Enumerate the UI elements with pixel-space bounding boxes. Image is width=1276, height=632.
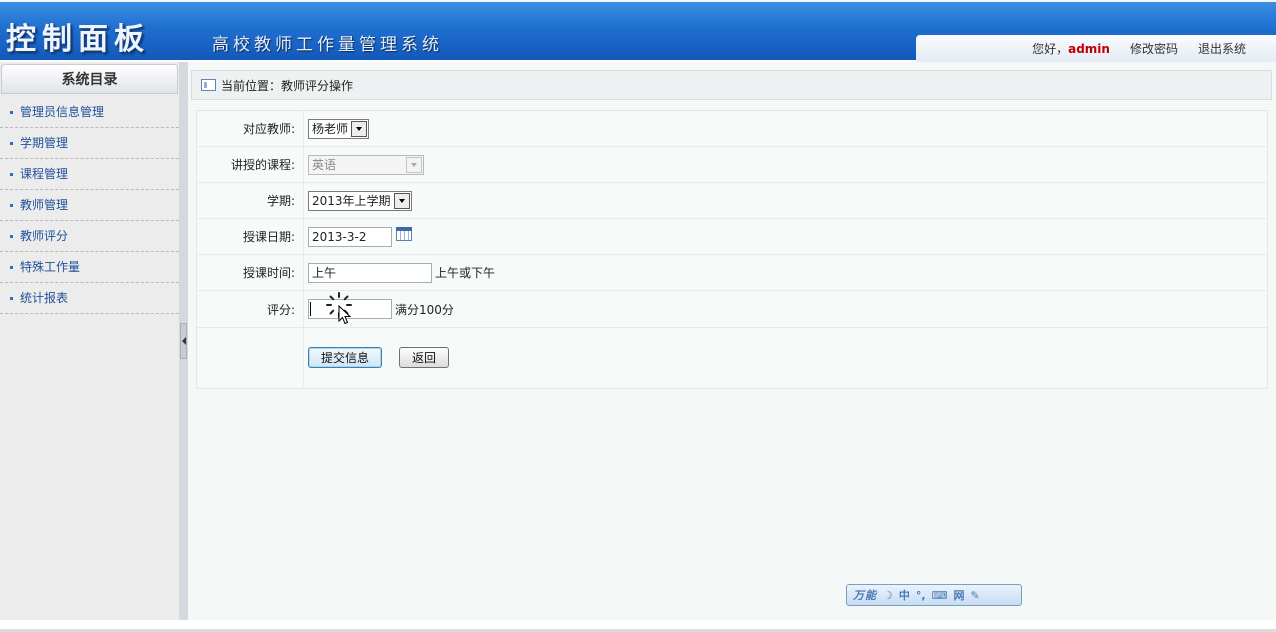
sidebar-title: 系统目录 [1, 64, 178, 94]
user-bar: 您好，admin 修改密码 退出系统 [916, 35, 1276, 62]
form-row-teacher: 对应教师: 杨老师 [197, 111, 1267, 147]
form-row-date: 授课日期: [197, 219, 1267, 255]
window-icon [201, 79, 216, 91]
greeting-prefix: 您好， [1032, 42, 1069, 56]
sidebar-menu: 管理员信息管理 学期管理 课程管理 教师管理 教师评分 特殊工作量 统计报表 [0, 97, 179, 314]
term-select-value: 2013年上学期 [312, 194, 391, 208]
breadcrumb-text: 当前位置：教师评分操作 [221, 78, 354, 93]
sidebar-item-label: 统计报表 [20, 291, 69, 305]
sidebar: 系统目录 管理员信息管理 学期管理 课程管理 教师管理 教师评分 特殊工作量 统… [0, 62, 180, 620]
change-password-link[interactable]: 修改密码 [1130, 40, 1178, 57]
score-label: 评分: [197, 291, 304, 327]
sidebar-item-label: 学期管理 [20, 136, 69, 150]
sidebar-item-teachers[interactable]: 教师管理 [0, 190, 179, 221]
teacher-label: 对应教师: [197, 111, 304, 146]
bullet-icon [10, 111, 13, 114]
ime-toolbar[interactable]: 万能 ☽ 中 °, ⌨ 网 ✎ [846, 584, 1022, 606]
collapse-sidebar-button[interactable] [180, 323, 187, 359]
course-select: 英语 [308, 154, 424, 175]
form-row-score: 评分: 满分100分 [197, 291, 1267, 328]
sidebar-item-reports[interactable]: 统计报表 [0, 283, 179, 314]
time-label: 授课时间: [197, 255, 304, 290]
header: 控制面板 高校教师工作量管理系统 您好，admin 修改密码 退出系统 [0, 0, 1276, 62]
sidebar-item-courses[interactable]: 课程管理 [0, 159, 179, 190]
submit-button[interactable]: 提交信息 [308, 347, 383, 368]
breadcrumb: 当前位置：教师评分操作 [191, 70, 1272, 100]
dropdown-arrow-icon[interactable] [393, 192, 410, 209]
calendar-icon[interactable] [396, 227, 412, 241]
web-icon[interactable]: 网 [953, 587, 964, 603]
sidebar-item-label: 教师管理 [20, 198, 69, 212]
bullet-icon [10, 235, 13, 238]
sidebar-item-teacher-rating[interactable]: 教师评分 [0, 221, 179, 252]
term-label: 学期: [197, 183, 304, 218]
moon-icon[interactable]: ☽ [883, 589, 893, 602]
bullet-icon [10, 297, 13, 300]
form-row-term: 学期: 2013年上学期 [197, 183, 1267, 219]
brand-title: 控制面板 [6, 22, 150, 57]
form-row-time: 授课时间: 上午或下午 [197, 255, 1267, 291]
greeting: 您好，admin [1032, 40, 1110, 57]
form-row-actions: 提交信息 返回 [197, 328, 1267, 386]
time-hint: 上午或下午 [435, 266, 496, 280]
dropdown-arrow-icon [406, 156, 422, 173]
date-label: 授课日期: [197, 219, 304, 254]
time-input[interactable] [308, 262, 432, 283]
actions-label-cell [197, 328, 304, 386]
sidebar-item-special-workload[interactable]: 特殊工作量 [0, 252, 179, 283]
ime-mode[interactable]: 中 [899, 587, 910, 603]
bullet-icon [10, 204, 13, 207]
system-subtitle: 高校教师工作量管理系统 [212, 35, 443, 55]
term-select[interactable]: 2013年上学期 [308, 190, 412, 211]
sidebar-item-label: 管理员信息管理 [20, 105, 105, 119]
sidebar-item-label: 特殊工作量 [20, 260, 81, 274]
bullet-icon [10, 142, 13, 145]
teacher-select-value: 杨老师 [312, 122, 349, 136]
sidebar-item-label: 教师评分 [20, 229, 69, 243]
score-hint: 满分100分 [395, 302, 454, 317]
sidebar-item-label: 课程管理 [20, 167, 69, 181]
main-content: 当前位置：教师评分操作 对应教师: 杨老师 讲授的课程: 英语 学期: 2013… [188, 62, 1276, 620]
keyboard-icon[interactable]: ⌨ [932, 589, 948, 602]
logout-link[interactable]: 退出系统 [1198, 40, 1246, 57]
date-input[interactable] [308, 226, 392, 247]
bullet-icon [10, 266, 13, 269]
bullet-icon [10, 173, 13, 176]
rating-form: 对应教师: 杨老师 讲授的课程: 英语 学期: 2013年上学期 授课日期: 2… [196, 110, 1268, 389]
course-select-value: 英语 [312, 158, 337, 172]
form-row-course: 讲授的课程: 英语 [197, 147, 1267, 183]
dropdown-arrow-icon[interactable] [351, 120, 368, 137]
sidebar-item-terms[interactable]: 学期管理 [0, 128, 179, 159]
punctuation-icon[interactable]: °, [916, 589, 926, 602]
username: admin [1068, 42, 1110, 56]
teacher-select[interactable]: 杨老师 [308, 118, 370, 139]
back-button[interactable]: 返回 [399, 347, 450, 368]
chevron-left-icon [181, 337, 186, 345]
settings-icon[interactable]: ✎ [970, 589, 979, 602]
sidebar-item-admin-info[interactable]: 管理员信息管理 [0, 97, 179, 128]
mouse-pointer-icon [338, 305, 352, 325]
text-caret [310, 302, 311, 316]
ime-brand[interactable]: 万能 [853, 587, 877, 603]
course-label: 讲授的课程: [197, 147, 304, 182]
app-window: 控制面板 高校教师工作量管理系统 您好，admin 修改密码 退出系统 系统目录… [0, 0, 1276, 632]
score-field-wrap [308, 292, 392, 325]
